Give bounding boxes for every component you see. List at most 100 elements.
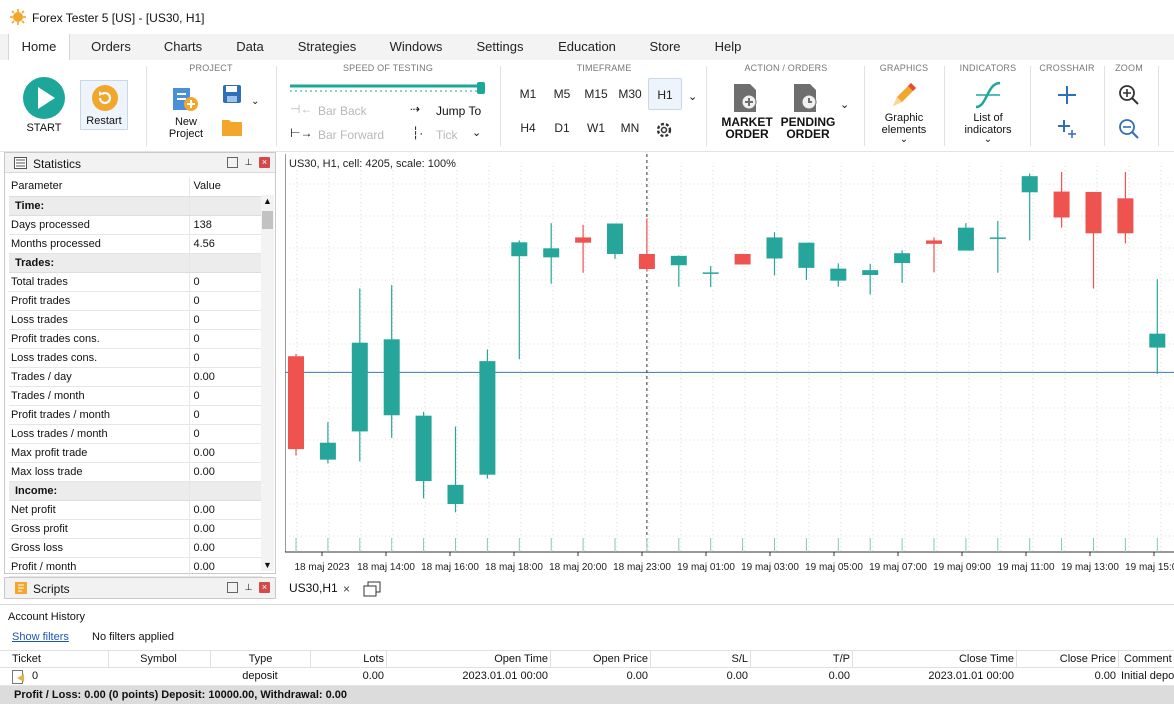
graphic-elements-button[interactable]: Graphic elements ⌄ — [872, 80, 936, 146]
tab-data[interactable]: Data — [228, 34, 272, 60]
scripts-pin-icon[interactable]: ⊥ — [243, 582, 254, 593]
panel-close-icon[interactable]: × — [259, 157, 270, 168]
timeframe-m30[interactable]: M30 — [615, 82, 645, 106]
tab-store[interactable]: Store — [642, 34, 688, 60]
crosshair-add-icon[interactable] — [1056, 118, 1078, 140]
timeframe-mn[interactable]: MN — [615, 116, 645, 140]
timeframe-h4[interactable]: H4 — [513, 116, 543, 140]
chart-tab-close-icon[interactable]: × — [343, 582, 350, 596]
statistics-section-row[interactable]: Trades: — [9, 253, 262, 273]
pending-order-button[interactable]: PENDING ORDER — [778, 82, 838, 146]
col-close-price[interactable]: Close Price — [1016, 651, 1116, 668]
tab-help[interactable]: Help — [706, 34, 750, 60]
tab-orders[interactable]: Orders — [82, 34, 140, 60]
statistics-row[interactable]: Trades / day 0.00 — [9, 367, 262, 387]
speed-slider[interactable] — [290, 82, 486, 94]
statistics-row[interactable]: Profit trades 0 — [9, 291, 262, 311]
account-history-title: Account History — [8, 611, 86, 623]
open-folder-icon[interactable] — [222, 118, 242, 136]
col-close-time[interactable]: Close Time — [852, 651, 1014, 668]
col-ticket[interactable]: Ticket — [12, 651, 102, 668]
statistics-row[interactable]: Profit trades cons. 0 — [9, 329, 262, 349]
param-column-header[interactable]: Parameter — [9, 177, 189, 197]
crosshair-icon[interactable] — [1056, 84, 1078, 106]
statistics-row[interactable]: Gross loss 0.00 — [9, 538, 262, 558]
tab-settings[interactable]: Settings — [468, 34, 532, 60]
statistics-row[interactable]: Max loss trade 0.00 — [9, 462, 262, 482]
panel-float-icon[interactable] — [227, 157, 238, 168]
price-chart[interactable]: 18 maj 2023 18 maj 14:00 18 maj 16:00 18 ma… — [284, 154, 1174, 578]
statistics-row[interactable]: Net profit 0.00 — [9, 500, 262, 520]
indicators-dropdown-icon: ⌄ — [983, 134, 993, 145]
chart-tab-us30-h1[interactable]: US30,H1 — [289, 581, 338, 595]
value-column-header[interactable]: Value — [188, 177, 262, 197]
tick-button[interactable]: Tick — [436, 128, 458, 142]
x-axis-label: 18 maj 14:00 — [357, 562, 415, 573]
restart-button[interactable]: Restart — [80, 80, 128, 130]
scroll-up-icon[interactable]: ▲ — [261, 195, 274, 207]
candle-body — [1117, 198, 1134, 234]
deposit-icon — [12, 670, 24, 684]
tab-charts[interactable]: Charts — [156, 34, 210, 60]
tab-strategies[interactable]: Strategies — [290, 34, 364, 60]
tab-home[interactable]: Home — [8, 34, 70, 60]
orders-dropdown-icon[interactable]: ⌄ — [840, 98, 849, 111]
timeframe-d1[interactable]: D1 — [547, 116, 577, 140]
panel-pin-icon[interactable]: ⊥ — [243, 157, 254, 168]
tab-education[interactable]: Education — [550, 34, 624, 60]
history-header-row: Ticket Symbol Type Lots Open Time Open P… — [0, 650, 1174, 668]
col-type[interactable]: Type — [210, 651, 310, 668]
scripts-close-icon[interactable]: × — [259, 582, 270, 593]
save-icon[interactable] — [222, 84, 242, 104]
col-sl[interactable]: S/L — [650, 651, 748, 668]
zoom-out-icon[interactable] — [1118, 118, 1140, 140]
tick-dropdown-icon[interactable]: ⌄ — [472, 126, 481, 139]
show-filters-link[interactable]: Show filters — [12, 631, 69, 643]
new-chart-window-icon[interactable] — [363, 581, 381, 597]
history-row[interactable]: 0 deposit 0.00 2023.01.01 00:00 0.00 0.0… — [0, 668, 1174, 686]
timeframe-dropdown-icon[interactable]: ⌄ — [688, 90, 697, 103]
statistics-row[interactable]: Total trades 0 — [9, 272, 262, 292]
statistics-row[interactable]: Loss trades / month 0 — [9, 424, 262, 444]
bar-forward-button[interactable]: Bar Forward — [318, 128, 384, 142]
col-tp[interactable]: T/P — [750, 651, 850, 668]
statistics-row[interactable]: Loss trades cons. 0 — [9, 348, 262, 368]
timeframe-m5[interactable]: M5 — [547, 82, 577, 106]
save-dropdown-icon[interactable]: ⌄ — [251, 96, 259, 107]
statistics-row[interactable]: Loss trades 0 — [9, 310, 262, 330]
scripts-float-icon[interactable] — [227, 582, 238, 593]
statistics-section-row[interactable]: Income: — [9, 481, 262, 501]
bar-back-button[interactable]: Bar Back — [318, 104, 367, 118]
timeframe-m1[interactable]: M1 — [513, 82, 543, 106]
statistics-row[interactable]: Months processed 4.56 — [9, 234, 262, 254]
statistics-scrollbar[interactable]: ▲ ▼ — [261, 195, 274, 571]
statistics-row[interactable]: Profit trades / month 0 — [9, 405, 262, 425]
col-open-price[interactable]: Open Price — [550, 651, 648, 668]
scroll-down-icon[interactable]: ▼ — [261, 559, 274, 571]
statistics-row[interactable]: Max profit trade 0.00 — [9, 443, 262, 463]
timeframe-w1[interactable]: W1 — [581, 116, 611, 140]
col-symbol[interactable]: Symbol — [108, 651, 208, 668]
col-open-time[interactable]: Open Time — [386, 651, 548, 668]
col-lots[interactable]: Lots — [310, 651, 384, 668]
statistics-section-row[interactable]: Time: — [9, 196, 262, 216]
market-order-button[interactable]: MARKET ORDER — [720, 82, 774, 146]
col-comment[interactable]: Comment — [1118, 651, 1174, 668]
timeframe-h1[interactable]: H1 — [648, 78, 682, 110]
list-of-indicators-button[interactable]: List of indicators ⌄ — [956, 80, 1020, 146]
statistics-row[interactable]: Gross profit 0.00 — [9, 519, 262, 539]
timeframe-m15[interactable]: M15 — [581, 82, 611, 106]
new-project-button[interactable]: New Project — [164, 82, 208, 146]
jump-to-button[interactable]: Jump To — [436, 104, 481, 118]
zoom-in-icon[interactable] — [1118, 84, 1140, 106]
chart-area[interactable]: 18 maj 2023 18 maj 14:00 18 maj 16:00 18 ma… — [284, 154, 1174, 578]
tab-windows[interactable]: Windows — [382, 34, 450, 60]
timeframe-settings-gear-icon[interactable] — [654, 120, 674, 140]
statistics-row[interactable]: Profit / month 0.00 — [9, 557, 262, 577]
statistics-value: 0.00 — [188, 462, 262, 482]
candle-body — [575, 237, 592, 243]
scroll-thumb[interactable] — [262, 211, 273, 229]
statistics-row[interactable]: Trades / month 0 — [9, 386, 262, 406]
start-button[interactable]: START — [22, 76, 66, 134]
statistics-row[interactable]: Days processed 138 — [9, 215, 262, 235]
